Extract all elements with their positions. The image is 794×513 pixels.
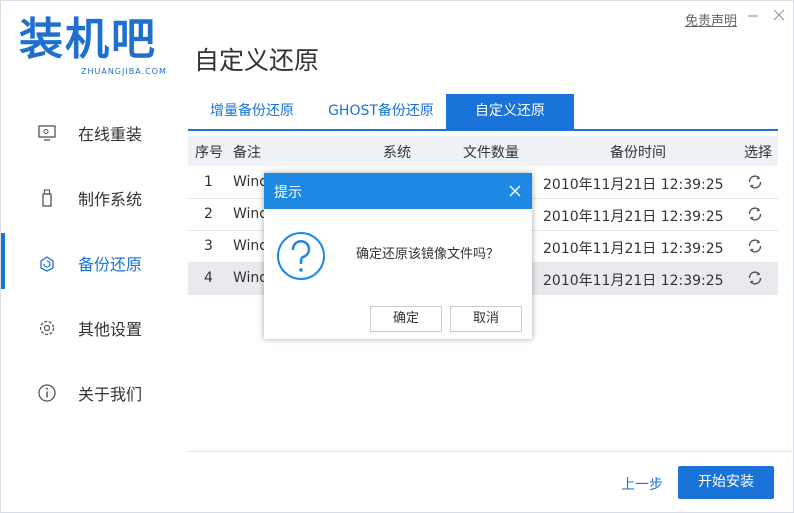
- sidebar-item-label: 其他设置: [78, 320, 143, 339]
- usb-drive-icon: [42, 189, 52, 207]
- start-install-button[interactable]: 开始安装: [678, 466, 774, 499]
- row-index: 4: [204, 270, 213, 286]
- row-index: 3: [204, 238, 213, 254]
- restore-select-icon[interactable]: [746, 205, 764, 223]
- close-icon: [773, 9, 785, 21]
- dialog-message: 确定还原该镜像文件吗？: [356, 247, 500, 262]
- info-icon: [38, 384, 56, 402]
- sidebar-item-label: 在线重装: [78, 125, 143, 144]
- dialog-title: 提示: [274, 185, 302, 201]
- app-window: 装机吧 ZHUANGJIBA.COM 自定义还原 免责声明 在线重装 制作系统: [0, 0, 794, 513]
- close-button[interactable]: [771, 7, 787, 23]
- row-backup-time: 2010年11月21日 12:39:25: [543, 177, 724, 193]
- col-system: 系统: [383, 145, 411, 161]
- previous-step-link[interactable]: 上一步: [621, 474, 663, 494]
- tab-incremental-backup[interactable]: 增量备份还原: [188, 94, 316, 129]
- row-backup-time: 2010年11月21日 12:39:25: [543, 209, 724, 225]
- restore-select-icon[interactable]: [746, 173, 764, 191]
- row-note: Wind: [233, 206, 269, 222]
- sidebar-item-label: 关于我们: [78, 385, 143, 404]
- sidebar-item-about-us[interactable]: 关于我们: [1, 367, 171, 417]
- minimize-button[interactable]: [745, 7, 761, 23]
- disclaimer-link[interactable]: 免责声明: [685, 10, 737, 29]
- col-note: 备注: [233, 145, 261, 161]
- col-select: 选择: [744, 145, 772, 161]
- row-note: Wind: [233, 238, 269, 254]
- page-title: 自定义还原: [194, 46, 320, 75]
- close-icon[interactable]: [507, 183, 523, 199]
- sidebar-item-other-settings[interactable]: 其他设置: [1, 302, 171, 352]
- confirm-dialog: 提示 确定还原该镜像文件吗？ 确定 取消: [264, 173, 532, 339]
- row-backup-time: 2010年11月21日 12:39:25: [543, 241, 724, 257]
- sidebar: 在线重装 制作系统 备份还原 其他设置 关于我们: [1, 99, 171, 429]
- restore-select-icon[interactable]: [746, 269, 764, 287]
- restore-select-icon[interactable]: [746, 237, 764, 255]
- sidebar-item-online-reinstall[interactable]: 在线重装: [1, 107, 171, 157]
- col-backup-time: 备份时间: [610, 145, 666, 161]
- logo-subtitle: ZHUANGJIBA.COM: [81, 67, 167, 76]
- tab-bar: 增量备份还原 GHOST备份还原 自定义还原: [188, 94, 778, 131]
- tab-ghost-backup[interactable]: GHOST备份还原: [316, 94, 446, 129]
- tab-custom-restore[interactable]: 自定义还原: [446, 94, 574, 129]
- sidebar-item-backup-restore[interactable]: 备份还原: [1, 233, 171, 289]
- backup-restore-icon: [40, 256, 54, 272]
- logo: 装机吧 ZHUANGJIBA.COM: [19, 15, 169, 79]
- question-icon: [277, 232, 325, 280]
- row-note: Wind: [233, 270, 269, 286]
- row-backup-time: 2010年11月21日 12:39:25: [543, 273, 724, 289]
- dialog-ok-button[interactable]: 确定: [370, 306, 442, 332]
- table-header: 序号 备注 系统 文件数量 备份时间 选择: [188, 136, 778, 166]
- row-note: Wind: [233, 174, 269, 190]
- row-index: 1: [204, 174, 213, 190]
- monitor-icon: [38, 125, 56, 141]
- minimize-icon: [748, 15, 758, 17]
- col-file-count: 文件数量: [463, 145, 519, 161]
- sidebar-item-label: 制作系统: [78, 190, 143, 209]
- col-index: 序号: [195, 145, 223, 161]
- footer-divider: [188, 451, 793, 452]
- gear-icon: [39, 320, 55, 336]
- row-index: 2: [204, 206, 213, 222]
- dialog-header: 提示: [264, 173, 532, 209]
- logo-text: 装机吧: [19, 14, 157, 65]
- sidebar-item-label: 备份还原: [78, 255, 143, 274]
- sidebar-item-make-system[interactable]: 制作系统: [1, 172, 171, 222]
- dialog-cancel-button[interactable]: 取消: [450, 306, 522, 332]
